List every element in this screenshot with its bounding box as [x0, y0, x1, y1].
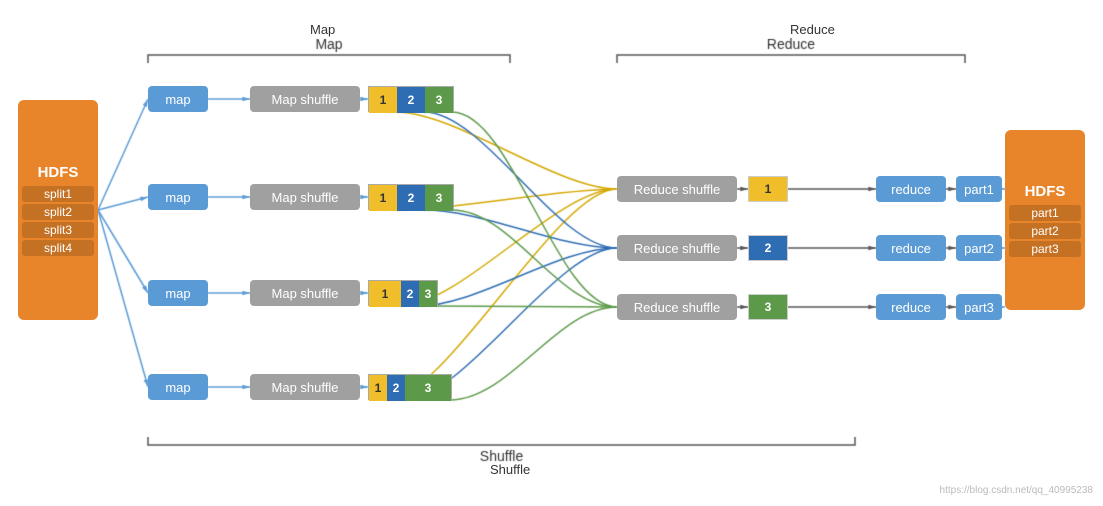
map-shuffle-2: Map shuffle	[250, 280, 360, 306]
seg-1-2: 2	[397, 185, 425, 211]
seg-3-3: 3	[405, 375, 451, 401]
map-shuffle-3: Map shuffle	[250, 374, 360, 400]
map-node-0: map	[148, 86, 208, 112]
map-section-label: Map	[310, 22, 335, 37]
seg-0-1: 1	[369, 87, 397, 113]
shuffle-section-label: Shuffle	[490, 462, 530, 477]
hdfs-right: HDFS part1 part2 part3	[1005, 130, 1085, 310]
seg-2-2: 2	[401, 281, 419, 307]
watermark: https://blog.csdn.net/qq_40995238	[940, 485, 1093, 496]
map-node-2: map	[148, 280, 208, 306]
reduce-shuffle-1: Reduce shuffle	[617, 235, 737, 261]
reduce-shuffle-2: Reduce shuffle	[617, 294, 737, 320]
seg-2-1: 1	[369, 281, 401, 307]
part2: part2	[1009, 223, 1081, 239]
part1-box: part1	[956, 176, 1002, 202]
map-node-1: map	[148, 184, 208, 210]
reduce-section-label: Reduce	[790, 22, 835, 37]
hdfs-right-title: HDFS	[1025, 183, 1066, 200]
split4: split4	[22, 240, 94, 256]
seg-3-1: 1	[369, 375, 387, 401]
seg-1-3: 3	[425, 185, 453, 211]
map-node-3: map	[148, 374, 208, 400]
reduce-node-1: reduce	[876, 235, 946, 261]
split2: split2	[22, 204, 94, 220]
reduce-node-2: reduce	[876, 294, 946, 320]
part3-box: part3	[956, 294, 1002, 320]
seg-2-3: 3	[419, 281, 437, 307]
seg-row-2: 1 2 3	[368, 280, 438, 306]
reduce-seg-1: 1	[748, 176, 788, 202]
seg-0-3: 3	[425, 87, 453, 113]
split1: split1	[22, 186, 94, 202]
seg-row-0: 1 2 3	[368, 86, 454, 112]
seg-row-3: 1 2 3	[368, 374, 452, 400]
map-shuffle-0: Map shuffle	[250, 86, 360, 112]
seg-row-1: 1 2 3	[368, 184, 454, 210]
reduce-seg-2: 2	[748, 235, 788, 261]
map-shuffle-1: Map shuffle	[250, 184, 360, 210]
seg-0-2: 2	[397, 87, 425, 113]
split3: split3	[22, 222, 94, 238]
part2-box: part2	[956, 235, 1002, 261]
reduce-shuffle-0: Reduce shuffle	[617, 176, 737, 202]
reduce-node-0: reduce	[876, 176, 946, 202]
seg-1-1: 1	[369, 185, 397, 211]
hdfs-left: HDFS split1 split2 split3 split4	[18, 100, 98, 320]
seg-3-2: 2	[387, 375, 405, 401]
reduce-seg-3: 3	[748, 294, 788, 320]
part3: part3	[1009, 241, 1081, 257]
hdfs-left-title: HDFS	[38, 164, 79, 181]
part1: part1	[1009, 205, 1081, 221]
